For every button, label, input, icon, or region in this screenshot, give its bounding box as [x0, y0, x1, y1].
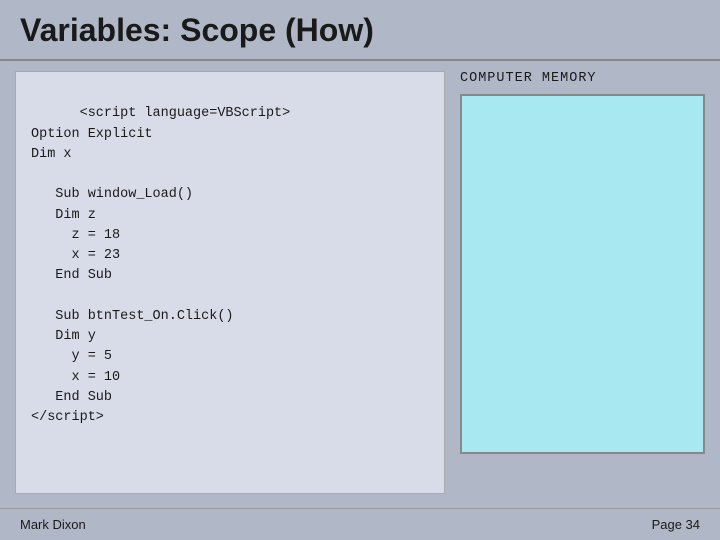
- content-area: <script language=VBScript> Option Explic…: [0, 61, 720, 504]
- footer-author: Mark Dixon: [20, 517, 86, 532]
- right-panel: COMPUTER MEMORY: [460, 71, 705, 494]
- slide-container: Variables: Scope (How) <script language=…: [0, 0, 720, 540]
- code-content: <script language=VBScript> Option Explic…: [31, 106, 290, 425]
- footer-page: Page 34: [652, 517, 700, 532]
- memory-box: [460, 94, 705, 454]
- memory-label: COMPUTER MEMORY: [460, 71, 705, 86]
- title-bar: Variables: Scope (How): [0, 0, 720, 61]
- code-panel: <script language=VBScript> Option Explic…: [15, 71, 445, 494]
- slide-title: Variables: Scope (How): [20, 12, 374, 48]
- footer: Mark Dixon Page 34: [0, 508, 720, 540]
